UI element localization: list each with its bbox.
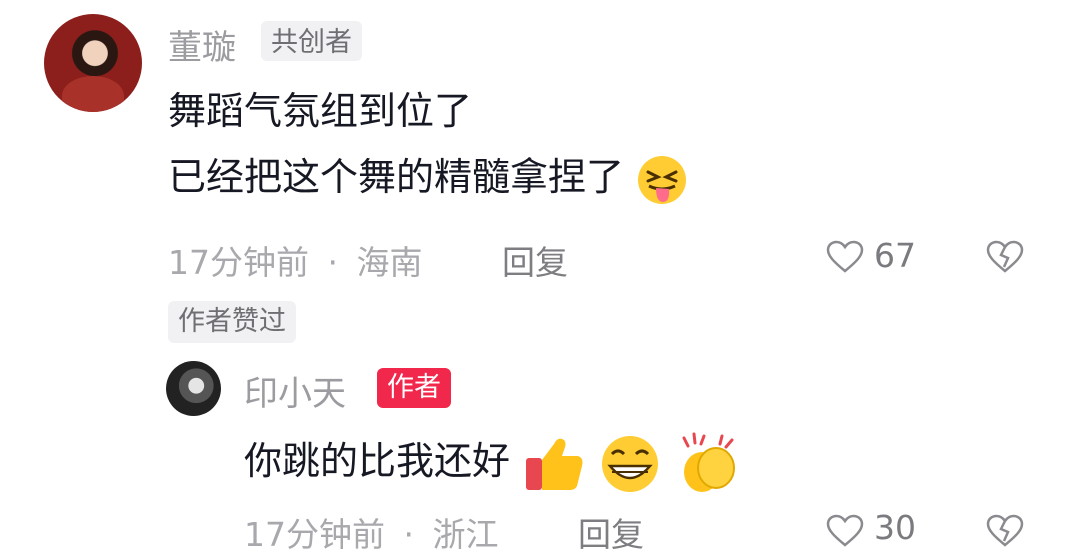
avatar-yinxiaotian[interactable] — [166, 361, 221, 416]
reply-content: 你跳的比我还好 — [244, 428, 742, 496]
reply-like-count: 30 — [874, 508, 916, 547]
comment-line-2-text: 已经把这个舞的精髓拿捏了 — [168, 155, 625, 199]
reply-text: 你跳的比我还好 — [244, 439, 511, 483]
comment-line-2: 已经把这个舞的精髓拿捏了 — [168, 144, 688, 210]
meta-separator: · — [327, 243, 339, 282]
reply-username[interactable]: 印小天 — [244, 366, 346, 415]
reply-reply-button[interactable]: 回复 — [578, 508, 644, 556]
grinning-emoji — [602, 435, 659, 492]
reply-button[interactable]: 回复 — [502, 236, 568, 284]
reply-like-heart-icon[interactable] — [826, 514, 864, 548]
author-badge: 作者 — [377, 368, 451, 408]
dislike-broken-heart-icon[interactable] — [986, 240, 1024, 274]
like-count: 67 — [874, 236, 916, 275]
reply-dislike-broken-heart-icon[interactable] — [986, 514, 1024, 548]
reply-time: 17分钟前 — [244, 515, 385, 554]
comment-time: 17分钟前 — [168, 243, 309, 282]
clapping-hands-emoji — [682, 432, 736, 492]
reply-meta-separator: · — [403, 515, 415, 554]
thumbs-up-emoji — [526, 438, 583, 490]
comment-line-1: 舞蹈气氛组到位了 — [168, 89, 473, 133]
username[interactable]: 董璇 — [168, 20, 236, 69]
comment-meta: 17分钟前 · 海南 — [168, 236, 423, 284]
author-liked-badge: 作者赞过 — [168, 301, 296, 343]
cocreator-badge: 共创者 — [261, 21, 362, 61]
reply-meta: 17分钟前 · 浙江 — [244, 508, 499, 556]
reply-location: 浙江 — [432, 515, 499, 554]
like-heart-icon[interactable] — [826, 240, 864, 274]
comment-location: 海南 — [356, 243, 423, 282]
squinting-tongue-emoji — [638, 155, 687, 204]
avatar-dongxuan[interactable] — [44, 14, 142, 112]
